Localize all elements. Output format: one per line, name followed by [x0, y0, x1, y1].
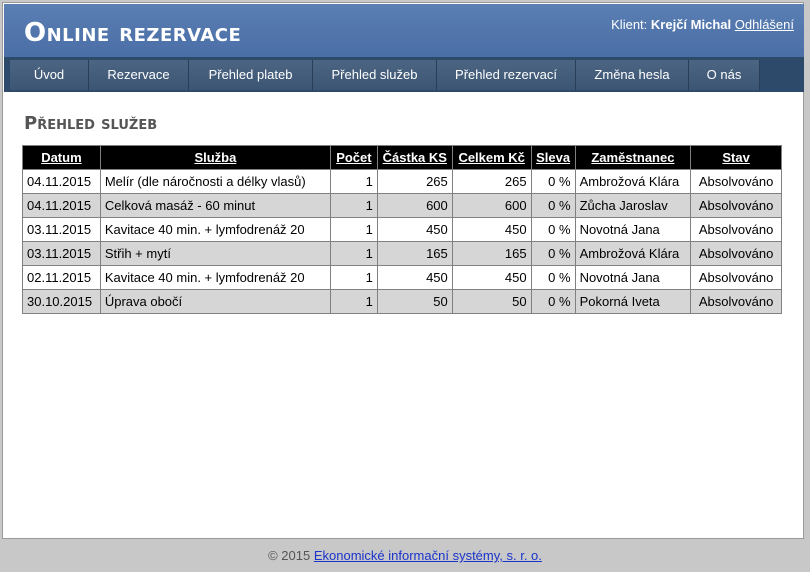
header-bar: Online rezervace Klient: Krejčí Michal O…: [4, 4, 804, 57]
column-header-sleva[interactable]: Sleva: [530, 145, 576, 170]
logout-link[interactable]: Odhlášení: [735, 17, 794, 32]
column-header-celkem[interactable]: Celkem Kč: [451, 145, 532, 170]
table-row: 02.11.2015 Kavitace 40 min. + lymfodrená…: [22, 265, 782, 290]
cell-castka: 165: [376, 241, 453, 266]
cell-sleva: 0 %: [530, 217, 576, 242]
column-header-zamestnanec[interactable]: Zaměstnanec: [574, 145, 692, 170]
cell-castka: 450: [376, 217, 453, 242]
nav-item-rezervace[interactable]: Rezervace: [89, 60, 189, 90]
cell-sleva: 0 %: [530, 241, 576, 266]
cell-celkem: 165: [451, 241, 532, 266]
table-row: 04.11.2015 Celková masáž - 60 minut 1 60…: [22, 193, 782, 218]
cell-stav: Absolvováno: [690, 217, 782, 242]
table-header-row: Datum Služba Počet Částka KS Celkem Kč S…: [22, 145, 782, 170]
table-row: 30.10.2015 Úprava obočí 1 50 50 0 % Poko…: [22, 289, 782, 314]
nav-item-prehled-plateb[interactable]: Přehled plateb: [189, 60, 313, 90]
cell-celkem: 600: [451, 193, 532, 218]
column-header-pocet[interactable]: Počet: [329, 145, 378, 170]
nav-item-prehled-rezervaci[interactable]: Přehled rezervací: [437, 60, 576, 90]
column-header-datum[interactable]: Datum: [22, 145, 101, 170]
cell-datum: 04.11.2015: [22, 169, 101, 194]
cell-sluzba: Kavitace 40 min. + lymfodrenáž 20: [99, 265, 331, 290]
footer-company-link[interactable]: Ekonomické informační systémy, s. r. o.: [314, 548, 542, 563]
cell-pocet: 1: [329, 217, 378, 242]
cell-pocet: 1: [329, 193, 378, 218]
footer-copyright: © 2015: [268, 548, 311, 563]
column-header-castka[interactable]: Částka KS: [376, 145, 453, 170]
cell-sluzba: Melír (dle náročnosti a délky vlasů): [99, 169, 331, 194]
cell-castka: 50: [376, 289, 453, 314]
cell-zamestnanec: Novotná Jana: [574, 217, 692, 242]
nav-item-zmena-hesla[interactable]: Změna hesla: [576, 60, 689, 90]
cell-sluzba: Kavitace 40 min. + lymfodrenáž 20: [99, 217, 331, 242]
cell-castka: 600: [376, 193, 453, 218]
cell-celkem: 450: [451, 265, 532, 290]
cell-sleva: 0 %: [530, 193, 576, 218]
nav-menu: Úvod Rezervace Přehled plateb Přehled sl…: [10, 60, 760, 90]
cell-datum: 30.10.2015: [22, 289, 101, 314]
cell-sluzba: Celková masáž - 60 minut: [99, 193, 331, 218]
cell-stav: Absolvováno: [690, 241, 782, 266]
cell-zamestnanec: Pokorná Iveta: [574, 289, 692, 314]
nav-item-prehled-sluzeb[interactable]: Přehled služeb: [313, 60, 437, 90]
cell-pocet: 1: [329, 169, 378, 194]
cell-pocet: 1: [329, 289, 378, 314]
cell-pocet: 1: [329, 241, 378, 266]
client-label: Klient:: [611, 17, 648, 32]
nav-item-uvod[interactable]: Úvod: [10, 60, 89, 90]
cell-datum: 04.11.2015: [22, 193, 101, 218]
cell-sleva: 0 %: [530, 169, 576, 194]
cell-sluzba: Střih + mytí: [99, 241, 331, 266]
cell-zamestnanec: Ambrožová Klára: [574, 241, 692, 266]
page-title: Přehled služeb: [24, 113, 158, 134]
cell-sleva: 0 %: [530, 265, 576, 290]
client-name: Krejčí Michal: [650, 17, 732, 32]
table-row: 04.11.2015 Melír (dle náročnosti a délky…: [22, 169, 782, 194]
table-row: 03.11.2015 Střih + mytí 1 165 165 0 % Am…: [22, 241, 782, 266]
column-header-stav[interactable]: Stav: [690, 145, 782, 170]
cell-stav: Absolvováno: [690, 169, 782, 194]
cell-zamestnanec: Novotná Jana: [574, 265, 692, 290]
nav-bar: Úvod Rezervace Přehled plateb Přehled sl…: [4, 57, 804, 92]
cell-pocet: 1: [329, 265, 378, 290]
app-title: Online rezervace: [24, 18, 242, 48]
cell-datum: 02.11.2015: [22, 265, 101, 290]
footer: © 2015 Ekonomické informační systémy, s.…: [0, 548, 810, 563]
cell-zamestnanec: Zůcha Jaroslav: [574, 193, 692, 218]
cell-celkem: 265: [451, 169, 532, 194]
cell-datum: 03.11.2015: [22, 217, 101, 242]
cell-castka: 265: [376, 169, 453, 194]
cell-celkem: 450: [451, 217, 532, 242]
cell-sluzba: Úprava obočí: [99, 289, 331, 314]
table-row: 03.11.2015 Kavitace 40 min. + lymfodrená…: [22, 217, 782, 242]
cell-stav: Absolvováno: [690, 265, 782, 290]
cell-castka: 450: [376, 265, 453, 290]
services-table: Datum Služba Počet Částka KS Celkem Kč S…: [22, 145, 782, 314]
cell-stav: Absolvováno: [690, 193, 782, 218]
column-header-sluzba[interactable]: Služba: [99, 145, 331, 170]
cell-stav: Absolvováno: [690, 289, 782, 314]
cell-zamestnanec: Ambrožová Klára: [574, 169, 692, 194]
client-info: Klient: Krejčí Michal Odhlášení: [611, 17, 794, 32]
cell-celkem: 50: [451, 289, 532, 314]
cell-sleva: 0 %: [530, 289, 576, 314]
cell-datum: 03.11.2015: [22, 241, 101, 266]
nav-item-o-nas[interactable]: O nás: [689, 60, 760, 90]
